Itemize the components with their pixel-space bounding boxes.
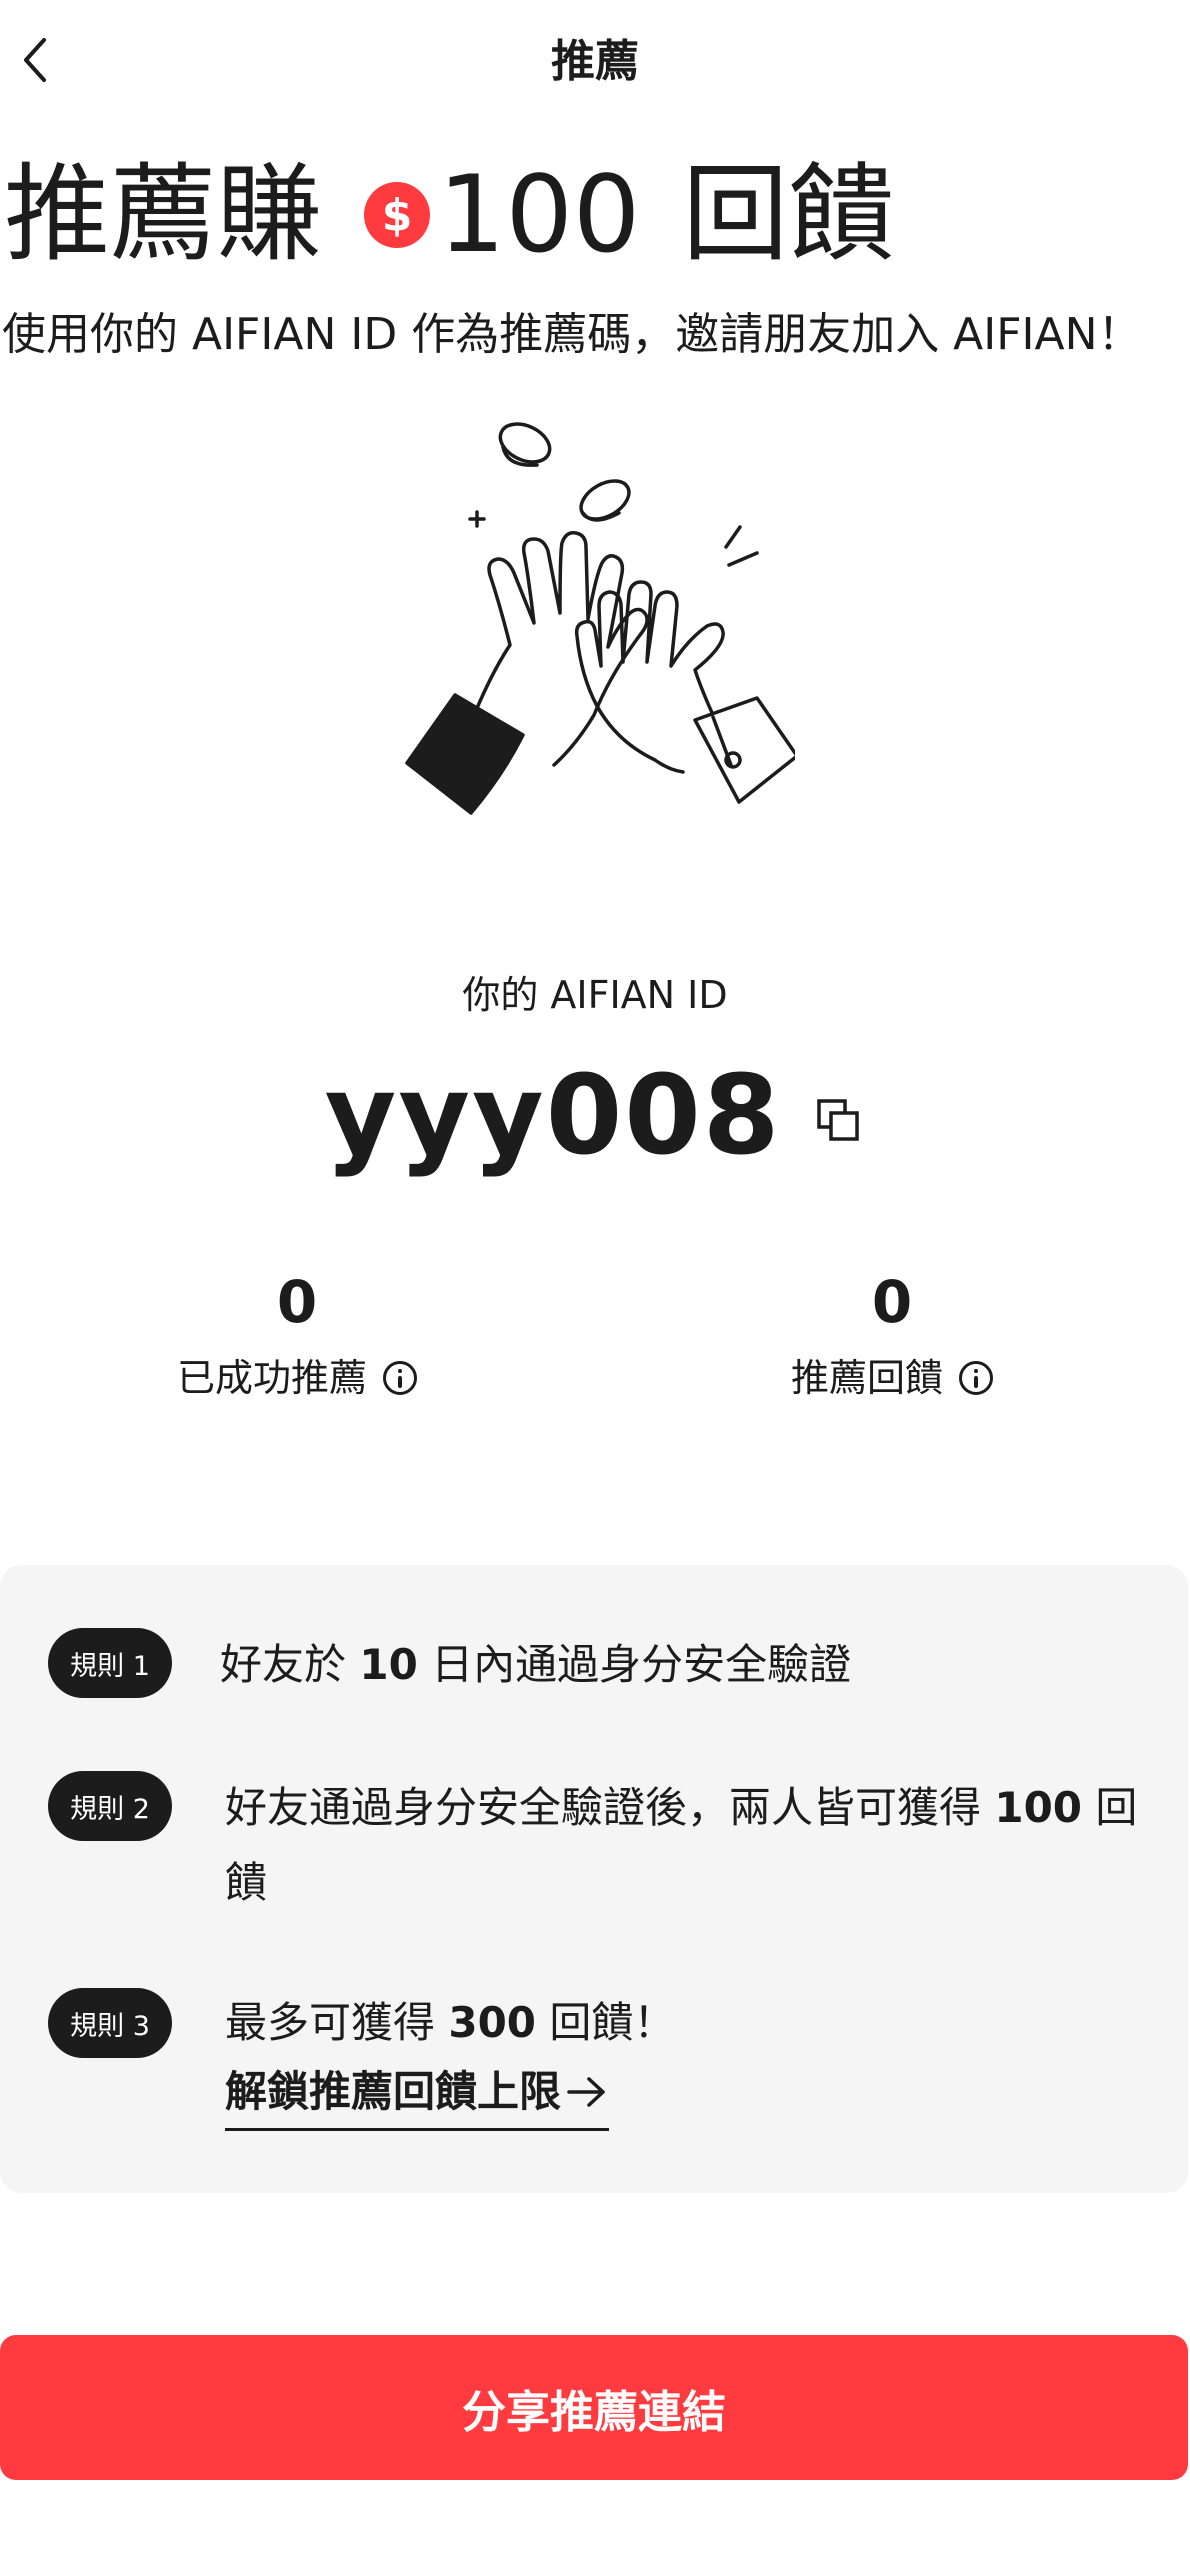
aifian-id-value: yyy008	[324, 1051, 782, 1179]
copy-button[interactable]	[811, 1093, 865, 1147]
stat-label: 已成功推薦	[176, 1356, 367, 1400]
stat-label-row: 推薦回饋	[692, 1350, 1092, 1406]
rule-text-continued: 饋	[225, 1858, 268, 1907]
info-icon[interactable]	[383, 1361, 417, 1395]
hero-title-suffix: 回饋	[682, 153, 895, 276]
rule-badge: 規則 3	[48, 1988, 172, 2058]
share-referral-link-button[interactable]: 分享推薦連結	[0, 2335, 1188, 2480]
high-five-illustration	[405, 422, 795, 815]
stat-referral-rewards: 0 推薦回饋	[692, 1262, 1092, 1406]
hero-heading: 推薦賺 $ 100 回饋	[4, 150, 894, 280]
stat-value: 0	[871, 1268, 913, 1336]
stat-successful-referrals: 0 已成功推薦	[97, 1262, 497, 1406]
rule-text: 最多可獲得 300 回饋！	[225, 1998, 676, 2047]
rule-badge: 規則 2	[48, 1771, 172, 1841]
unlock-limit-link[interactable]: 解鎖推薦回饋上限	[225, 2062, 610, 2131]
stat-label: 推薦回饋	[790, 1356, 943, 1400]
rule-text: 好友於 10 日內通過身分安全驗證	[220, 1640, 852, 1689]
arrow-right-icon	[567, 2077, 605, 2107]
stat-value: 0	[276, 1268, 318, 1336]
unlock-limit-label: 解鎖推薦回饋上限	[225, 2067, 562, 2116]
coin-icon: $	[364, 182, 430, 248]
page-title: 推薦	[551, 36, 639, 87]
hero-subtitle: 使用你的 AIFIAN ID 作為推薦碼，邀請朋友加入 AIFIAN！	[2, 309, 1142, 360]
aifian-id-label: 你的 AIFIAN ID	[462, 973, 728, 1017]
rule-text: 好友通過身分安全驗證後，兩人皆可獲得 100 回	[225, 1783, 1138, 1832]
hero-amount: 100	[438, 153, 641, 276]
copy-icon	[817, 1099, 860, 1141]
info-icon[interactable]	[959, 1361, 993, 1395]
rule-badge: 規則 1	[48, 1628, 172, 1698]
hero-title-prefix: 推薦賺	[4, 153, 322, 276]
stat-label-row: 已成功推薦	[97, 1350, 497, 1406]
aifian-id-row: yyy008	[0, 1050, 1190, 1180]
